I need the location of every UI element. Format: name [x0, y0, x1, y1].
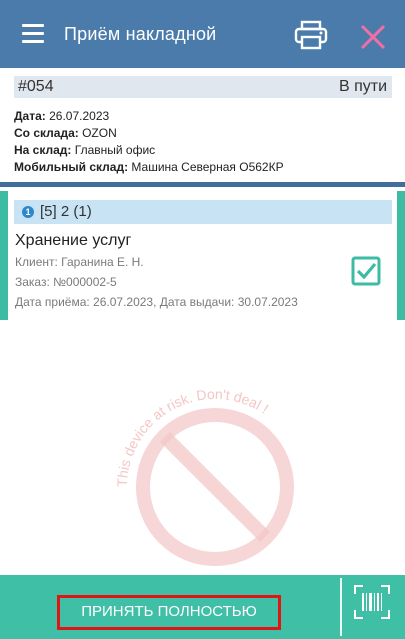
mobile-warehouse-label: Мобильный склад: [14, 160, 129, 174]
item-dates: Дата приёма: 26.07.2023, Дата выдачи: 30… [15, 295, 298, 309]
item-name: Хранение услуг [15, 232, 132, 249]
checkbox-checked-icon[interactable] [351, 256, 381, 286]
to-warehouse-value: Главный офис [74, 143, 156, 157]
menu-icon[interactable] [22, 24, 44, 44]
from-warehouse-line: Со склада: OZON [14, 126, 117, 140]
app-bar: Приём накладной [0, 0, 405, 68]
item-left-accent [0, 191, 8, 320]
item-code-band: 1 [5] 2 (1) [14, 200, 392, 224]
document-status: В пути [338, 78, 387, 95]
bottom-action-bar: ПРИНЯТЬ ПОЛНОСТЬЮ [0, 575, 405, 639]
from-warehouse-value: OZON [82, 126, 117, 140]
bottom-divider [340, 578, 342, 636]
date-line: Дата: 26.07.2023 [14, 109, 109, 123]
close-icon[interactable] [358, 22, 388, 52]
item-right-accent [397, 191, 405, 320]
item-code: [5] 2 (1) [40, 203, 92, 220]
list-item[interactable]: 1 [5] 2 (1) Хранение услуг Клиент: Гаран… [0, 191, 405, 320]
accept-all-button[interactable]: ПРИНЯТЬ ПОЛНОСТЬЮ [57, 595, 281, 630]
document-header: #054 В пути Дата: 26.07.2023 Со склада: … [0, 68, 405, 186]
mobile-warehouse-line: Мобильный склад: Машина Северная О562КР [14, 160, 284, 174]
mobile-warehouse-value: Машина Северная О562КР [131, 160, 284, 174]
document-number: #054 [18, 78, 54, 95]
date-value: 26.07.2023 [49, 109, 110, 123]
barcode-scan-icon[interactable] [354, 585, 390, 619]
item-order: Заказ: №000002-5 [15, 275, 117, 289]
to-warehouse-line: На склад: Главный офис [14, 143, 155, 157]
printer-icon[interactable] [293, 20, 329, 50]
date-label: Дата: [14, 109, 46, 123]
risk-watermark: This device at risk. Don't deal ! [105, 377, 325, 597]
from-warehouse-label: Со склада: [14, 126, 79, 140]
divider [0, 182, 405, 187]
to-warehouse-label: На склад: [14, 143, 72, 157]
item-index-badge: 1 [22, 206, 34, 218]
item-client: Клиент: Гаранина Е. Н. [15, 255, 144, 269]
document-number-row: #054 В пути [14, 76, 392, 98]
page-title: Приём накладной [64, 24, 217, 44]
